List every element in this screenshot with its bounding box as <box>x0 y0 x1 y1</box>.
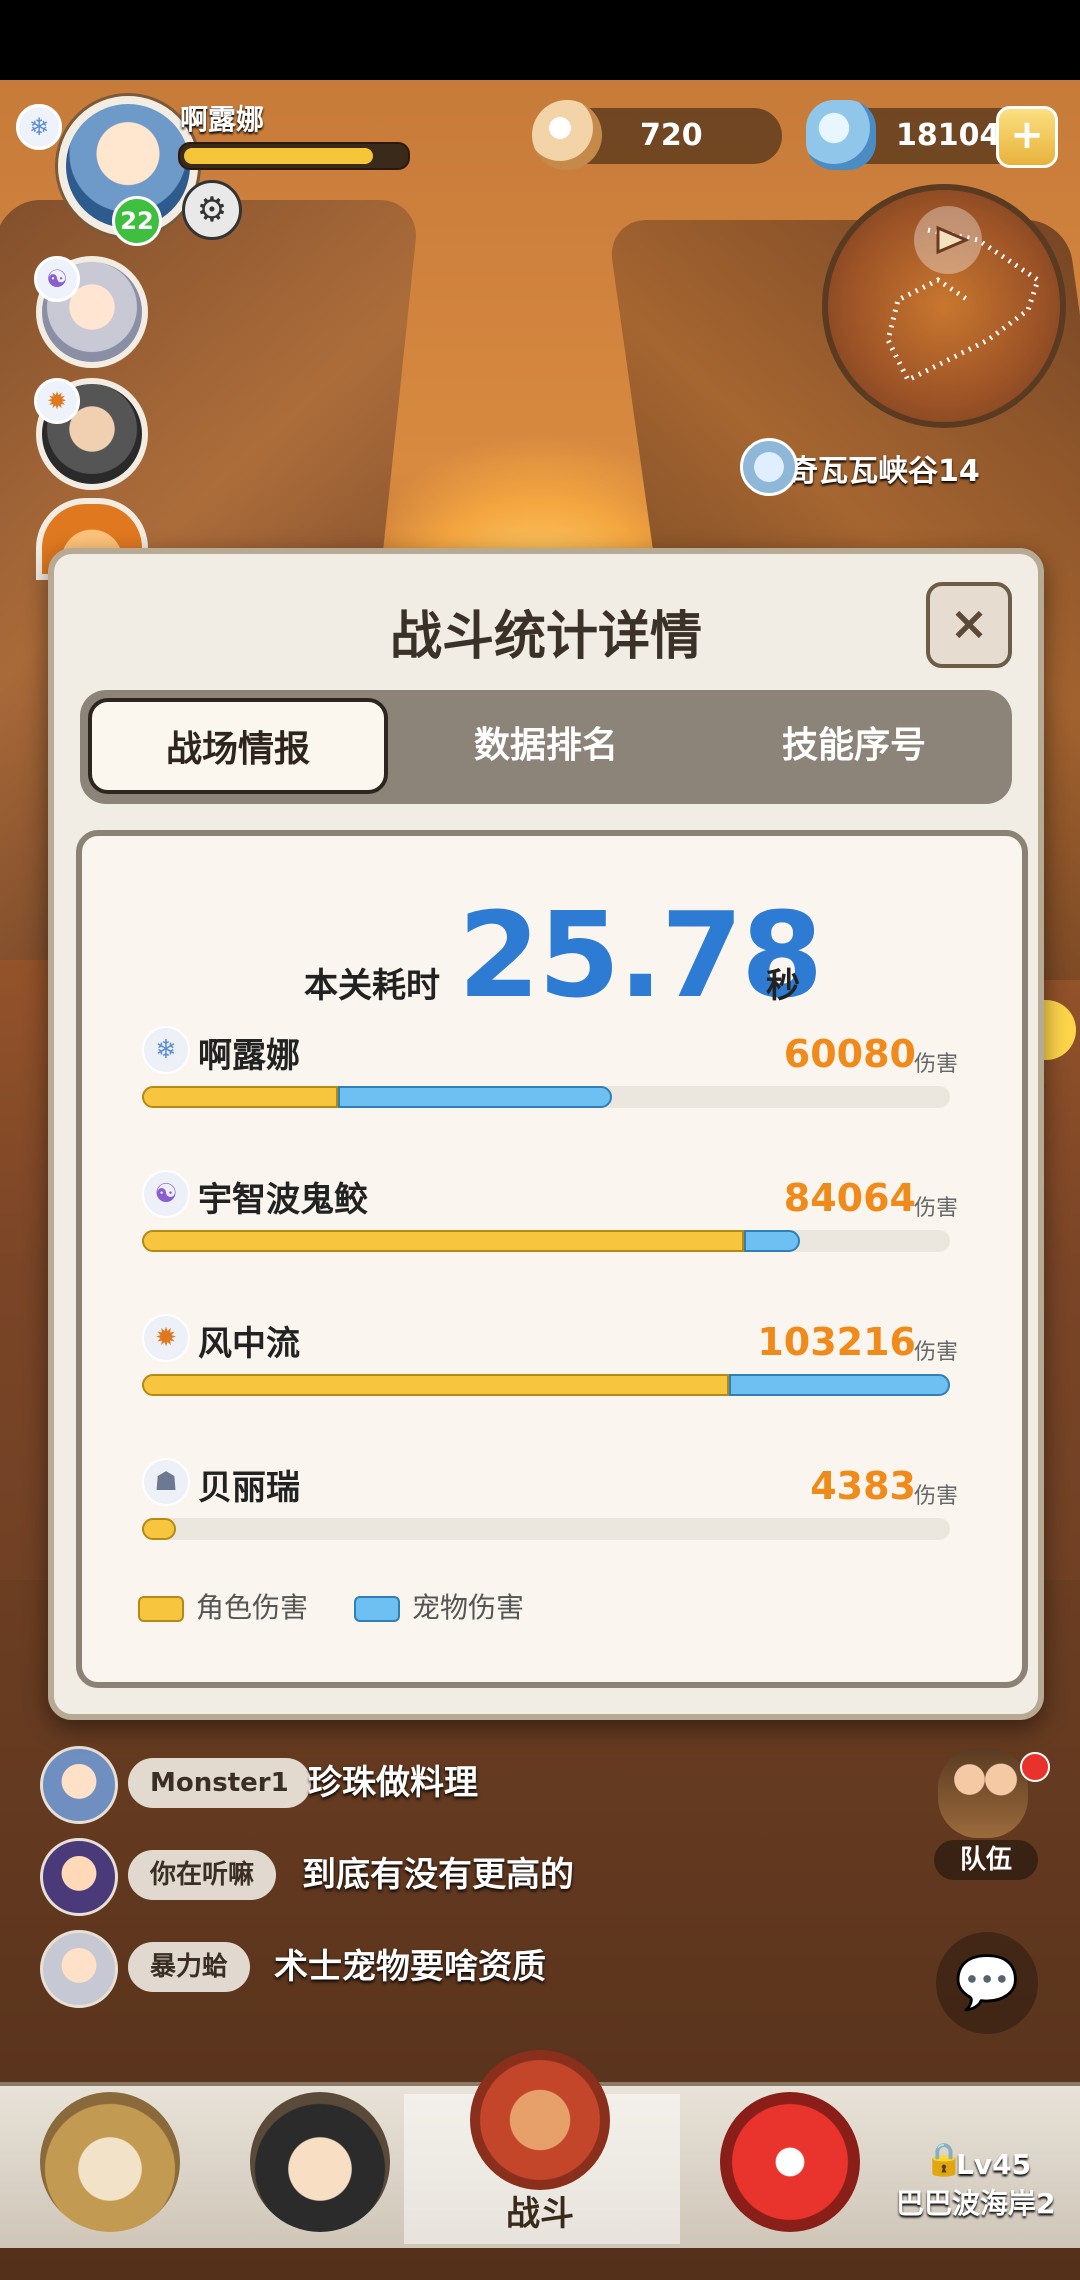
chat-text: 到底有没有更高的 <box>302 1855 574 1895</box>
warrior-character-icon <box>250 2092 390 2232</box>
player-name: 啊露娜 <box>180 103 265 136</box>
chat-message: 你在听嘛 到底有没有更高的 <box>40 1838 740 1918</box>
damage-value: 103216 <box>757 1320 916 1364</box>
damage-unit: 伤害 <box>913 1484 958 1509</box>
notification-dot-icon <box>1020 1752 1050 1782</box>
player-exp-bar <box>178 142 410 170</box>
fire-element-icon: ✹ <box>34 378 80 424</box>
location-label: 奇瓦瓦峡谷14 <box>740 438 980 496</box>
chat-avatar[interactable] <box>40 1746 118 1824</box>
locked-area-level: Lv45 <box>956 2148 1032 2181</box>
dialog-tabs: 战场情报 数据排名 技能序号 <box>80 690 1012 804</box>
chat-sender[interactable]: 暴力蛤 <box>128 1942 251 1992</box>
ice-element-icon: ❄ <box>142 1026 190 1074</box>
status-bar <box>0 0 1080 80</box>
shadow-element-icon: ☯ <box>142 1170 190 1218</box>
battle-mask-icon <box>470 2050 610 2190</box>
member-name: 宇智波鬼鲛 <box>198 1180 368 1220</box>
add-currency-button[interactable]: + <box>996 106 1058 168</box>
fire-element-icon: ✹ <box>142 1314 190 1362</box>
damage-bar <box>142 1518 950 1540</box>
damage-value: 4383 <box>810 1464 916 1508</box>
nav-battle[interactable] <box>440 2030 640 2192</box>
pearl-shell-icon <box>532 100 602 170</box>
member-name: 风中流 <box>198 1324 300 1364</box>
role-damage-bar <box>142 1230 744 1252</box>
legend-pet-swatch <box>354 1596 400 1622</box>
clear-time-label: 本关耗时 <box>304 966 440 1006</box>
locked-area-name: 巴巴波海岸2 <box>896 2187 1056 2220</box>
nav-locked-area[interactable]: 🔒 Lv45 巴巴波海岸2 <box>896 2070 1080 2244</box>
shell-icon <box>806 100 876 170</box>
chat-text: 术士宠物要啥资质 <box>274 1947 546 1987</box>
tab-skill-order[interactable]: 技能序号 <box>704 698 1004 794</box>
role-damage-bar <box>142 1518 176 1540</box>
tab-data-ranking[interactable]: 数据排名 <box>396 698 696 794</box>
chat-sender[interactable]: 你在听嘛 <box>128 1850 277 1900</box>
damage-unit: 伤害 <box>913 1196 958 1221</box>
chat-message: Monster1 珍珠做料理 <box>40 1746 740 1826</box>
pearl-count: 720 <box>640 118 703 153</box>
clear-time-unit: 秒 <box>766 966 800 1006</box>
stats-content: 本关耗时 25.78 秒 ❄ 啊露娜 60080 伤害 ☯ 宇智波鬼鲛 8406… <box>76 830 1028 1688</box>
shell-currency: 18104 + <box>806 100 1058 170</box>
damage-row: ✹ 风中流 103216 伤害 <box>142 1314 958 1414</box>
chat-avatar[interactable] <box>40 1930 118 2008</box>
chat-text: 珍珠做料理 <box>308 1763 478 1803</box>
damage-unit: 伤害 <box>913 1340 958 1365</box>
dino-pet-icon <box>720 2092 860 2232</box>
shadow-element-icon: ☯ <box>34 256 80 302</box>
damage-row: ☗ 贝丽瑞 4383 伤害 <box>142 1458 958 1558</box>
ice-element-icon: ❄ <box>16 104 62 150</box>
player-exp-fill <box>184 148 373 164</box>
chat-avatar[interactable] <box>40 1838 118 1916</box>
damage-bar <box>142 1374 950 1396</box>
map-pin-icon <box>740 438 798 496</box>
damage-row: ☯ 宇智波鬼鲛 84064 伤害 <box>142 1170 958 1270</box>
chat-message: 暴力蛤 术士宠物要啥资质 <box>40 1930 740 2010</box>
chat-bubble-button[interactable]: 💬 <box>936 1932 1038 2034</box>
damage-row: ❄ 啊露娜 60080 伤害 <box>142 1026 958 1126</box>
dialog-title: 战斗统计详情 <box>389 607 702 667</box>
damage-unit: 伤害 <box>913 1052 958 1077</box>
settings-gear-icon[interactable]: ⚙ <box>182 180 242 240</box>
legend-pet-label: 宠物伤害 <box>412 1591 525 1624</box>
role-damage-bar <box>142 1086 338 1108</box>
pearl-currency: 720 <box>532 100 782 170</box>
team-label: 队伍 <box>934 1840 1038 1880</box>
legend-role-swatch <box>138 1596 184 1622</box>
shell-count: 18104 <box>896 118 1001 153</box>
legend-role-label: 角色伤害 <box>196 1591 309 1624</box>
clear-time: 本关耗时 25.78 秒 <box>82 886 1022 1024</box>
damage-bar <box>142 1230 950 1252</box>
pet-damage-bar <box>338 1086 612 1108</box>
damage-value: 84064 <box>783 1176 916 1220</box>
battle-stats-dialog: 战斗统计详情 × 战场情报 数据排名 技能序号 本关耗时 25.78 秒 ❄ 啊… <box>48 548 1044 1720</box>
member-name: 啊露娜 <box>198 1036 300 1076</box>
nav-pet[interactable] <box>690 2082 890 2244</box>
tab-battlefield-info[interactable]: 战场情报 <box>88 698 388 794</box>
lock-icon: 🔒 <box>924 2140 964 2178</box>
ghost-element-icon: ☗ <box>142 1458 190 1506</box>
chat-sender[interactable]: Monster1 <box>128 1758 311 1808</box>
player-level-badge: 22 <box>112 196 162 246</box>
damage-value: 60080 <box>783 1032 916 1076</box>
caveman-character-icon <box>40 2092 180 2232</box>
team-icon <box>938 1748 1028 1838</box>
pet-damage-bar <box>729 1374 950 1396</box>
minimap[interactable] <box>822 184 1066 428</box>
nav-character-2[interactable] <box>220 2082 420 2244</box>
team-button[interactable]: 队伍 <box>928 1748 1050 1880</box>
nav-battle-label: 战斗 <box>506 2194 574 2234</box>
close-button[interactable]: × <box>926 582 1012 668</box>
member-name: 贝丽瑞 <box>198 1468 300 1508</box>
pet-damage-bar <box>744 1230 800 1252</box>
damage-bar <box>142 1086 950 1108</box>
role-damage-bar <box>142 1374 729 1396</box>
nav-character-1[interactable] <box>10 2082 210 2244</box>
minimap-route <box>885 206 1041 384</box>
location-name: 奇瓦瓦峡谷14 <box>788 454 980 489</box>
